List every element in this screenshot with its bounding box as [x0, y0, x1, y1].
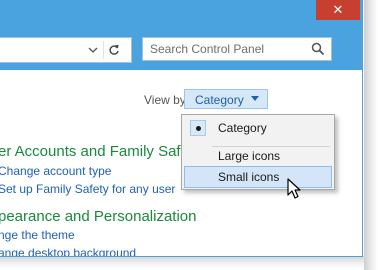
dropdown-arrow-icon	[251, 96, 259, 101]
menu-item-label: Large icons	[218, 149, 281, 163]
address-field[interactable]	[0, 37, 132, 63]
mouse-pointer-icon	[287, 178, 301, 199]
menu-item-large-icons[interactable]: Large icons	[184, 145, 332, 167]
link-family-safety[interactable]: Set up Family Safety for any user	[0, 182, 175, 196]
menu-item-label: Small icons	[218, 170, 280, 184]
refresh-icon	[109, 44, 119, 55]
search-placeholder: Search Control Panel	[150, 42, 265, 56]
view-by-label: View by:	[144, 93, 190, 107]
view-by-value: Category	[195, 93, 244, 107]
menu-item-label: Category	[218, 121, 267, 135]
control-panel-window: ✕ Search Control Panel View by: Category…	[0, 0, 363, 257]
view-by-dropdown[interactable]: Category	[184, 89, 268, 109]
link-desktop-background[interactable]: ange desktop background	[0, 246, 136, 256]
link-change-theme[interactable]: nge the theme	[0, 228, 75, 242]
close-icon: ✕	[332, 2, 344, 18]
search-icon[interactable]	[310, 41, 326, 57]
menu-item-small-icons[interactable]: Small icons	[184, 166, 332, 188]
category-heading-user-accounts[interactable]: er Accounts and Family Safe	[0, 143, 189, 160]
radio-selected-icon	[190, 120, 206, 136]
link-change-account-type[interactable]: Change account type	[0, 164, 111, 178]
title-bar[interactable]: ✕	[0, 0, 362, 30]
window-shadow-bottom	[0, 256, 378, 270]
refresh-button[interactable]	[103, 41, 124, 59]
window-shadow-right	[364, 0, 378, 270]
chevron-down-icon[interactable]	[86, 42, 100, 58]
radio-dot	[196, 126, 201, 131]
address-bar: Search Control Panel	[0, 30, 362, 70]
menu-item-category[interactable]: Category	[184, 117, 332, 139]
category-heading-appearance[interactable]: pearance and Personalization	[0, 208, 196, 225]
view-by-menu: Category Large icons Small icons	[181, 114, 335, 190]
close-button[interactable]: ✕	[316, 0, 360, 20]
search-input[interactable]: Search Control Panel	[142, 37, 332, 61]
